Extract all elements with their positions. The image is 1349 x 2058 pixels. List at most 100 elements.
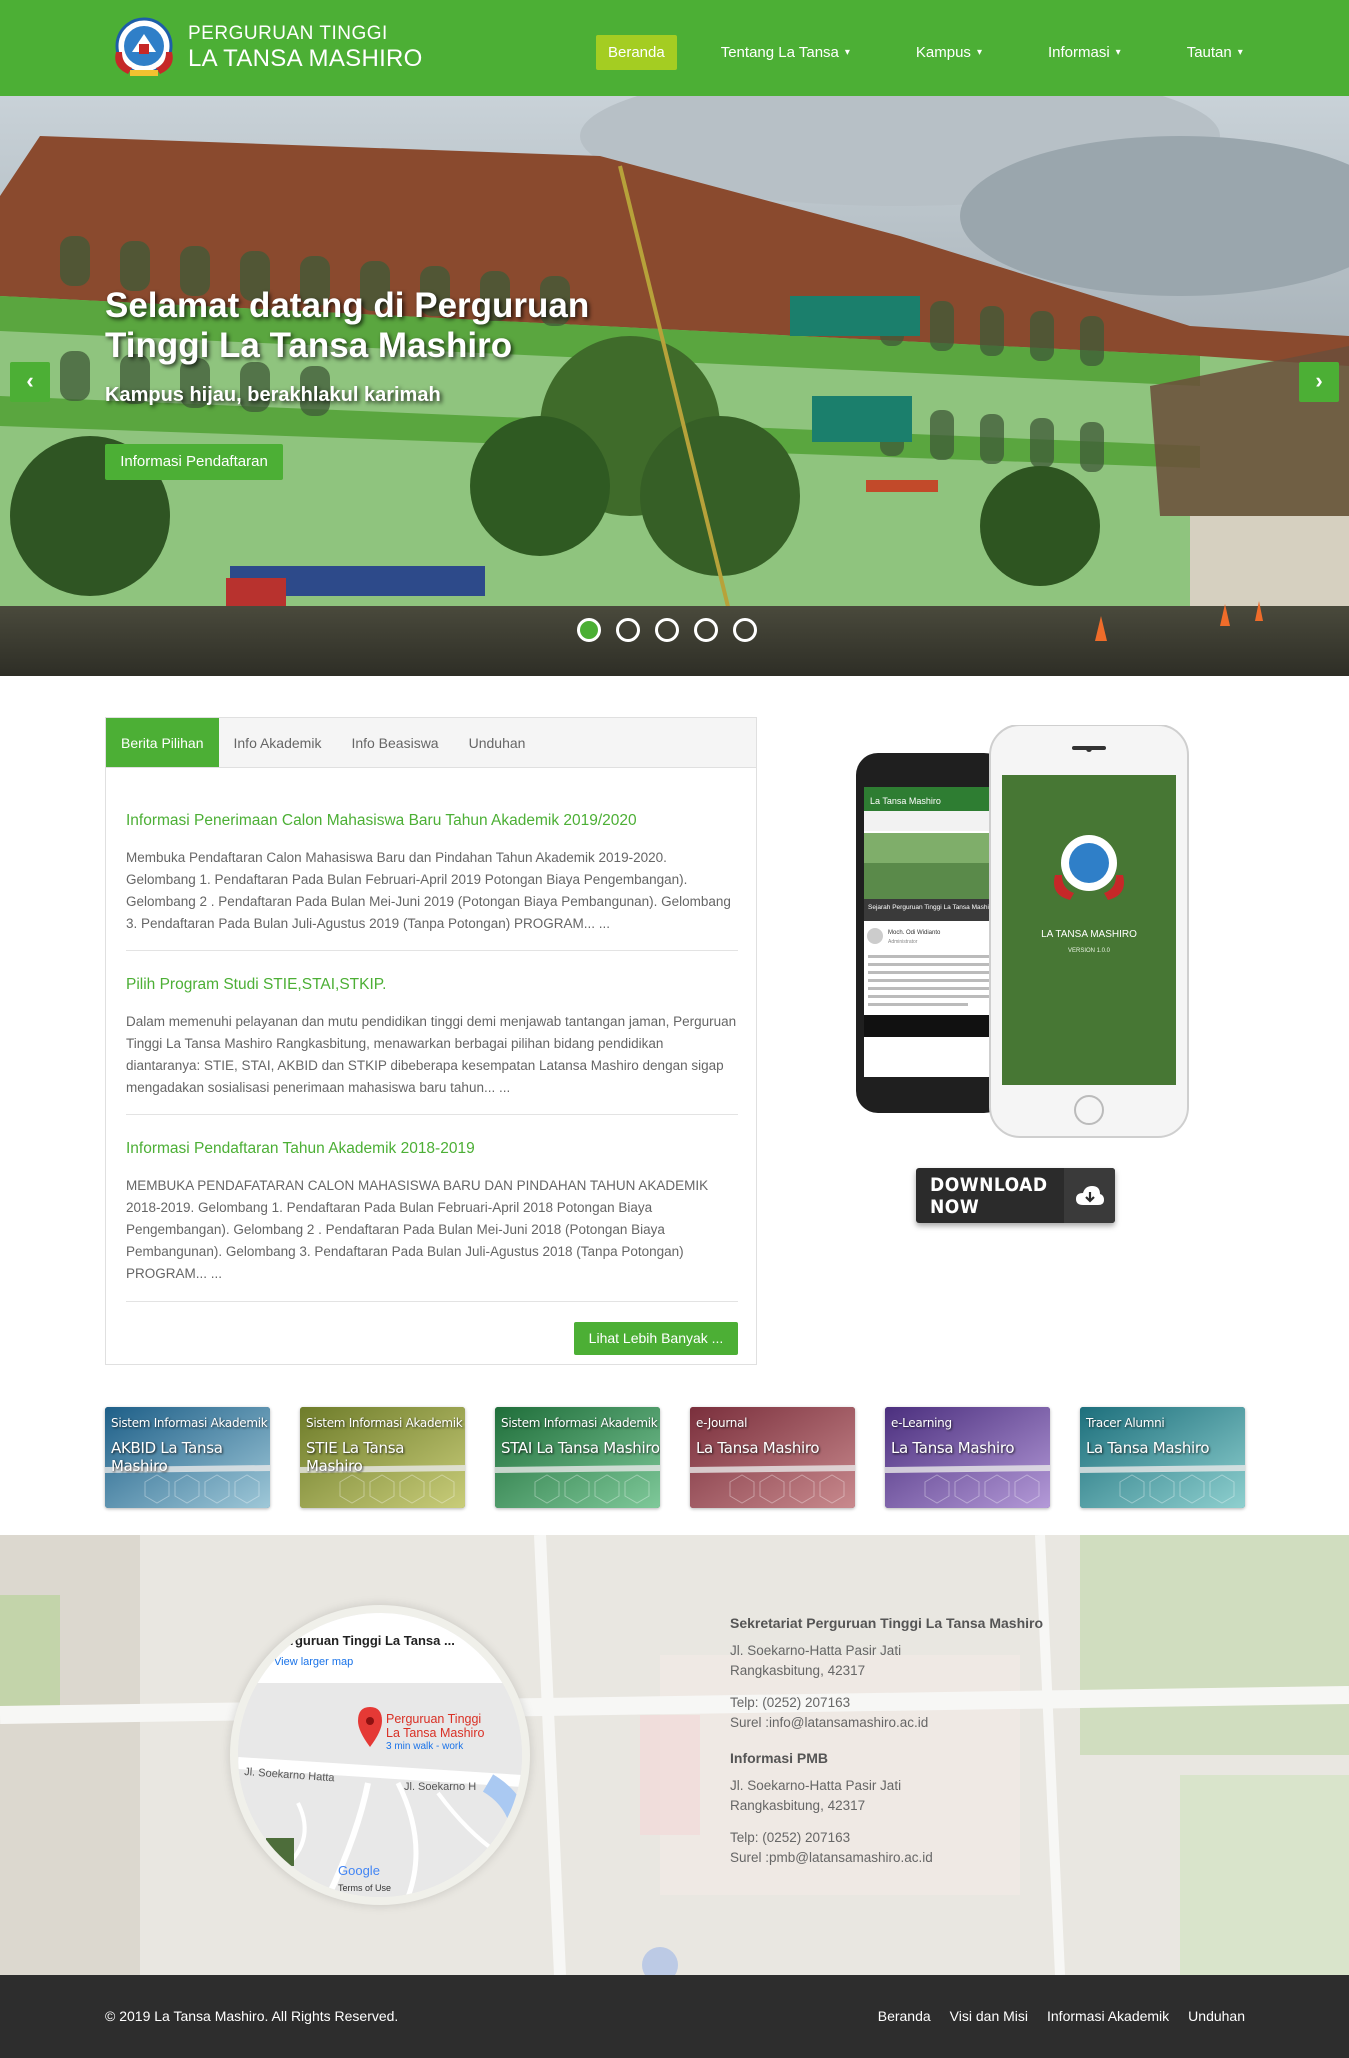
article-title-link[interactable]: Informasi Pendaftaran Tahun Akademik 201…	[126, 1140, 738, 1158]
app-author: Moch. Odi Widianto	[888, 930, 941, 936]
system-card-stie[interactable]: Sistem Informasi Akademik STIE La Tansa …	[300, 1407, 465, 1508]
app-article-caption: Sejarah Perguruan Tinggi La Tansa Mashir…	[868, 904, 995, 911]
footer-link-visi-misi[interactable]: Visi dan Misi	[950, 2008, 1028, 2024]
news-panel: Berita Pilihan Info Akademik Info Beasis…	[105, 717, 757, 1365]
crest-logo-icon	[115, 17, 173, 76]
caret-down-icon: ▾	[976, 47, 982, 58]
see-more-button[interactable]: Lihat Lebih Banyak ...	[574, 1322, 738, 1355]
card-subtitle: Sistem Informasi Akademik	[501, 1416, 658, 1430]
map-pin-label-2: La Tansa Mashiro	[386, 1726, 484, 1740]
article-divider	[126, 950, 738, 951]
map-larger-link: View larger map	[274, 1656, 353, 1668]
hero-title: Selamat datang di Perguruan Tinggi La Ta…	[105, 286, 590, 365]
map-google-logo: Google	[338, 1863, 380, 1878]
map-place-name: Perguruan Tinggi La Tansa ...	[274, 1633, 455, 1648]
news-tabs: Berita Pilihan Info Akademik Info Beasis…	[106, 718, 756, 768]
navbar: PERGURUAN TINGGI LA TANSA MASHIRO Berand…	[0, 0, 1349, 96]
secretariat-address-2: Rangkasbitung, 42317	[730, 1663, 866, 1678]
article-title-link[interactable]: Informasi Penerimaan Calon Mahasiswa Bar…	[126, 812, 738, 830]
footer-link-beranda[interactable]: Beranda	[878, 2008, 931, 2024]
nav-tautan[interactable]: Tautan ▾	[1181, 44, 1249, 61]
mobile-app-mockup: La Tansa Mashiro Sejarah Perguruan Tingg…	[856, 725, 1189, 1138]
article-excerpt: MEMBUKA PENDAFATARAN CALON MAHASISWA BAR…	[126, 1178, 709, 1281]
chevron-right-icon: ›	[1315, 368, 1323, 393]
secretariat-phone: Telp: (0252) 207163	[730, 1695, 851, 1710]
card-title: La Tansa Mashiro	[696, 1439, 820, 1457]
tab-info-beasiswa[interactable]: Info Beasiswa	[336, 718, 453, 767]
hero-subtitle: Kampus hijau, berakhlakul karimah	[105, 384, 441, 406]
card-title: La Tansa Mashiro	[1086, 1439, 1210, 1457]
nav-tentang[interactable]: Tentang La Tansa ▾	[715, 44, 856, 61]
contact-section: Perguruan Tinggi La Tansa ... View large…	[0, 1535, 1349, 1975]
nav-beranda[interactable]: Beranda	[596, 35, 677, 70]
copyright-text: © 2019 La Tansa Mashiro. All Rights Rese…	[105, 2008, 399, 2024]
carousel-next-button[interactable]: ›	[1299, 362, 1339, 402]
card-title: La Tansa Mashiro	[891, 1439, 1015, 1457]
secretariat-heading: Sekretariat Perguruan Tinggi La Tansa Ma…	[730, 1615, 1044, 1631]
secretariat-info: Sekretariat Perguruan Tinggi La Tansa Ma…	[730, 1613, 1043, 1733]
tab-info-akademik[interactable]: Info Akademik	[219, 718, 337, 767]
footer-nav: Beranda Visi dan Misi Informasi Akademik…	[859, 2008, 1245, 2024]
tab-unduhan[interactable]: Unduhan	[454, 718, 541, 767]
download-label: DOWNLOAD NOW	[930, 1173, 1048, 1218]
tab-berita-pilihan[interactable]: Berita Pilihan	[106, 718, 219, 767]
card-subtitle: Sistem Informasi Akademik	[111, 1416, 268, 1430]
article-divider	[126, 1114, 738, 1115]
card-title: STAI La Tansa Mashiro	[501, 1439, 660, 1457]
card-title: AKBID La Tansa Mashiro	[111, 1439, 223, 1475]
nav-label: Tentang La Tansa	[720, 44, 839, 61]
carousel-dot-4[interactable]	[694, 618, 718, 642]
map-terms: Terms of Use	[338, 1883, 391, 1893]
carousel-prev-button[interactable]: ‹	[10, 362, 50, 402]
nav-informasi[interactable]: Informasi ▾	[1042, 44, 1127, 61]
brand-line-1: PERGURUAN TINGGI	[188, 23, 388, 44]
card-subtitle: Tracer Alumni	[1086, 1416, 1165, 1430]
footer: © 2019 La Tansa Mashiro. All Rights Rese…	[0, 1975, 1349, 2058]
system-card-tracer[interactable]: Tracer Alumni La Tansa Mashiro	[1080, 1407, 1245, 1508]
system-links: Sistem Informasi Akademik AKBID La Tansa…	[105, 1407, 1245, 1508]
footer-link-informasi-akademik[interactable]: Informasi Akademik	[1047, 2008, 1169, 2024]
carousel-dot-3[interactable]	[655, 618, 679, 642]
download-app-button[interactable]: DOWNLOAD NOW	[916, 1168, 1115, 1223]
system-card-stai[interactable]: Sistem Informasi Akademik STAI La Tansa …	[495, 1407, 660, 1508]
blurred-map-background	[0, 1535, 1349, 1975]
news-article: Informasi Pendaftaran Tahun Akademik 201…	[126, 1140, 738, 1285]
pmb-heading: Informasi PMB	[730, 1750, 829, 1766]
system-card-ejournal[interactable]: e-Journal La Tansa Mashiro	[690, 1407, 855, 1508]
carousel-dot-5[interactable]	[733, 618, 757, 642]
location-map[interactable]: Perguruan Tinggi La Tansa ... View large…	[230, 1605, 530, 1905]
system-card-elearning[interactable]: e-Learning La Tansa Mashiro	[885, 1407, 1050, 1508]
nav-kampus[interactable]: Kampus ▾	[910, 44, 988, 61]
cloud-download-icon	[1064, 1168, 1115, 1223]
article-title-link[interactable]: Pilih Program Studi STIE,STAI,STKIP.	[126, 976, 738, 994]
app-splash-version: VERSION 1.0.0	[1068, 948, 1111, 954]
map-road-label-2: Jl. Soekarno H	[404, 1781, 476, 1793]
carousel-indicators	[577, 618, 772, 642]
nav-label: Kampus	[915, 44, 971, 61]
registration-info-button[interactable]: Informasi Pendaftaran	[105, 444, 283, 480]
footer-link-unduhan[interactable]: Unduhan	[1188, 2008, 1245, 2024]
caret-down-icon: ▾	[1115, 47, 1121, 58]
pmb-phone: Telp: (0252) 207163	[730, 1830, 851, 1845]
pmb-address-2: Rangkasbitung, 42317	[730, 1798, 866, 1813]
chevron-left-icon: ‹	[26, 368, 34, 393]
article-excerpt: Dalam memenuhi pelayanan dan mutu pendid…	[126, 1014, 737, 1095]
main-nav: Beranda Tentang La Tansa ▾ Kampus ▾ Inform…	[596, 35, 1249, 70]
caret-down-icon: ▾	[1237, 47, 1243, 58]
secretariat-email[interactable]: Surel :info@latansamashiro.ac.id	[730, 1713, 1043, 1733]
carousel-dot-1[interactable]	[577, 618, 601, 642]
card-title: STIE La Tansa Mashiro	[306, 1439, 405, 1475]
nav-label: Tautan	[1186, 44, 1232, 61]
map-pin-label-1: Perguruan Tinggi	[386, 1712, 481, 1726]
system-card-akbid[interactable]: Sistem Informasi Akademik AKBID La Tansa…	[105, 1407, 270, 1508]
app-author-role: Administrator	[888, 939, 918, 945]
carousel-dot-2[interactable]	[616, 618, 640, 642]
pmb-email[interactable]: Surel :pmb@latansamashiro.ac.id	[730, 1848, 933, 1868]
pmb-info: Informasi PMB Jl. Soekarno-Hatta Pasir J…	[730, 1748, 933, 1868]
brand[interactable]: PERGURUAN TINGGI LA TANSA MASHIRO	[108, 12, 423, 84]
app-splash-title: LA TANSA MASHIRO	[1041, 929, 1137, 940]
card-subtitle: e-Learning	[891, 1416, 952, 1430]
caret-down-icon: ▾	[844, 47, 850, 58]
nav-label: Informasi	[1047, 44, 1110, 61]
hero-carousel: Selamat datang di Perguruan Tinggi La Ta…	[0, 96, 1349, 676]
